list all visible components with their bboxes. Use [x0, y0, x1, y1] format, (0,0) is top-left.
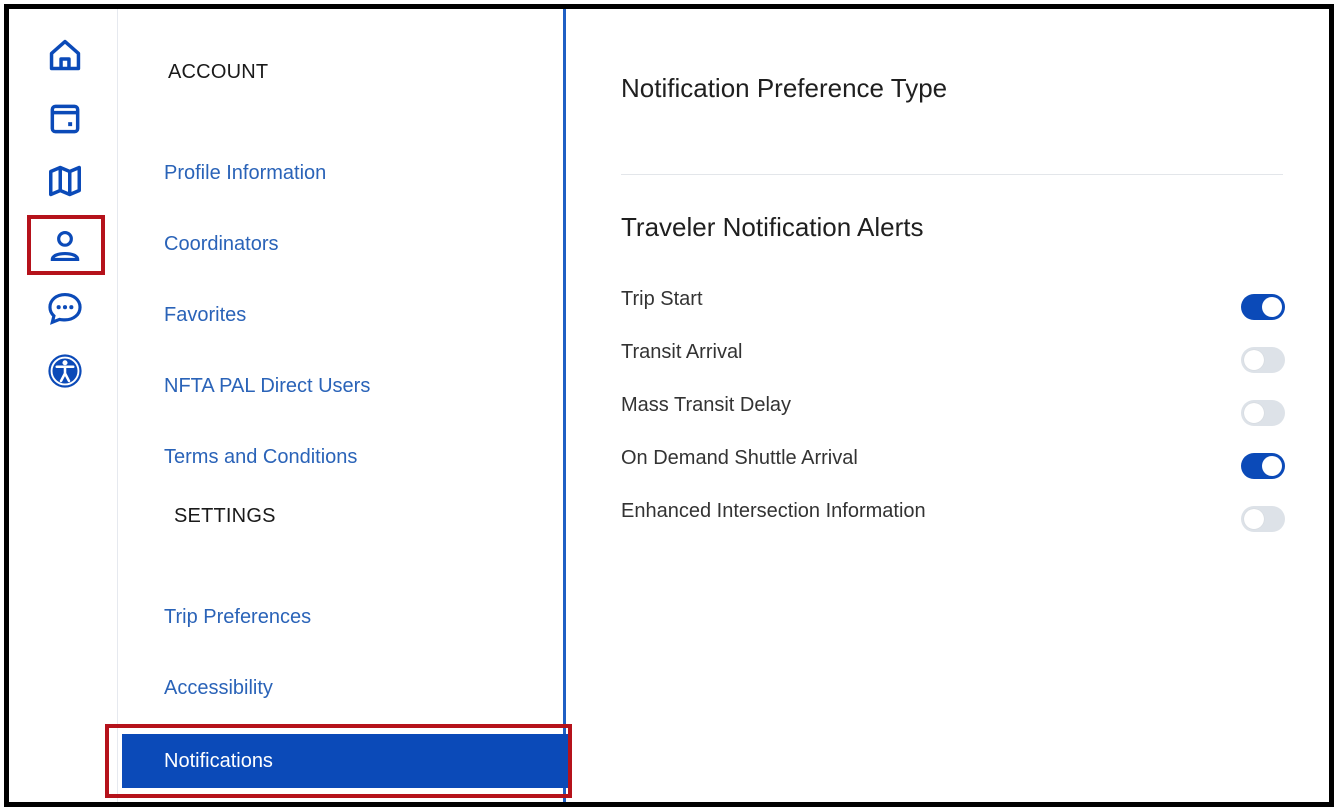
enhanced-intersection-information-toggle[interactable] [1241, 506, 1285, 532]
settings-menu: ACCOUNT Profile Information Coordinators… [105, 9, 572, 802]
menu-item-favorites[interactable]: Favorites [164, 304, 246, 327]
accessibility-icon[interactable] [45, 351, 85, 391]
toggle-knob [1262, 456, 1282, 476]
account-section-header: ACCOUNT [168, 61, 269, 83]
mass-transit-delay-toggle[interactable] [1241, 400, 1285, 426]
alerts-section-title: Traveler Notification Alerts [621, 212, 924, 242]
alert-row-enhanced-intersection-information: Enhanced Intersection Information [621, 500, 1285, 532]
calendar-icon[interactable] [45, 99, 85, 139]
toggle-knob [1244, 509, 1264, 529]
map-icon[interactable] [45, 161, 85, 201]
app-frame: ACCOUNT Profile Information Coordinators… [4, 4, 1334, 807]
active-menu-highlight [105, 724, 572, 798]
menu-item-terms-and-conditions[interactable]: Terms and Conditions [164, 446, 357, 469]
menu-item-accessibility[interactable]: Accessibility [164, 677, 273, 700]
chat-icon[interactable] [45, 288, 85, 328]
alert-row-on-demand-shuttle-arrival: On Demand Shuttle Arrival [621, 447, 1285, 479]
toggle-knob [1244, 403, 1264, 423]
alert-label: Transit Arrival [621, 341, 743, 363]
on-demand-shuttle-arrival-toggle[interactable] [1241, 453, 1285, 479]
alert-row-trip-start: Trip Start [621, 288, 1285, 320]
menu-item-coordinators[interactable]: Coordinators [164, 233, 279, 256]
alert-label: Enhanced Intersection Information [621, 500, 926, 522]
alert-row-transit-arrival: Transit Arrival [621, 341, 1285, 373]
menu-item-trip-preferences[interactable]: Trip Preferences [164, 606, 311, 629]
alert-row-mass-transit-delay: Mass Transit Delay [621, 394, 1285, 426]
toggle-knob [1262, 297, 1282, 317]
active-rail-highlight [27, 215, 105, 275]
menu-item-nfta-pal-direct-users[interactable]: NFTA PAL Direct Users [164, 375, 370, 398]
page-title: Notification Preference Type [621, 73, 948, 103]
alert-label: On Demand Shuttle Arrival [621, 447, 858, 469]
trip-start-toggle[interactable] [1241, 294, 1285, 320]
toggle-knob [1244, 350, 1264, 370]
alert-label: Mass Transit Delay [621, 394, 792, 416]
section-divider [621, 174, 1283, 175]
settings-section-header: SETTINGS [174, 505, 276, 527]
icon-rail [9, 9, 118, 802]
alert-label: Trip Start [621, 288, 703, 310]
notifications-panel: Notification Preference Type Traveler No… [567, 9, 1329, 802]
menu-item-profile-information[interactable]: Profile Information [164, 162, 326, 185]
transit-arrival-toggle[interactable] [1241, 347, 1285, 373]
home-icon[interactable] [45, 35, 85, 75]
